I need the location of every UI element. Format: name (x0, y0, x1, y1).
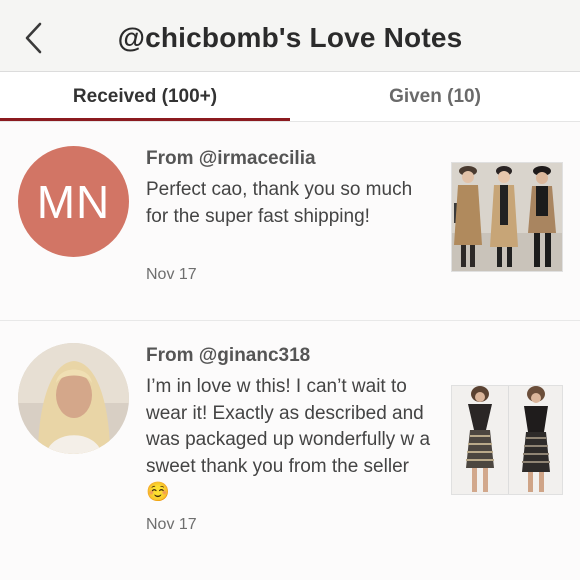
tab-given[interactable]: Given (10) (290, 72, 580, 122)
note-sender[interactable]: From @ginanc318 (146, 345, 310, 367)
tab-received[interactable]: Received (100+) (0, 72, 290, 122)
listing-thumbnail[interactable] (451, 162, 563, 272)
avatar[interactable] (18, 343, 129, 454)
note-date: Nov 17 (146, 516, 197, 533)
sequin-dress-image (452, 386, 562, 494)
listing-thumbnail[interactable] (451, 385, 563, 495)
avatar[interactable]: MN (18, 146, 129, 257)
active-tab-indicator (0, 118, 290, 121)
note-message: Perfect cao, thank you so much for the s… (146, 179, 413, 227)
note-sender[interactable]: From @irmacecilia (146, 148, 316, 170)
coat-outfits-image (452, 163, 562, 271)
user-photo-image (18, 343, 129, 454)
note-date: Nov 17 (146, 266, 197, 283)
page-title: @chicbomb's Love Notes (117, 22, 463, 53)
note-message: I’m in love w this! I can’t wait to wear… (146, 376, 431, 503)
tab-bar: Received (100+) Given (10) (0, 72, 580, 122)
love-note-item: MN From @irmacecilia Perfect cao, thank … (0, 122, 580, 320)
love-note-item: From @ginanc318 I’m in love w this! I ca… (0, 321, 580, 580)
header-bar: @chicbomb's Love Notes (0, 0, 580, 72)
